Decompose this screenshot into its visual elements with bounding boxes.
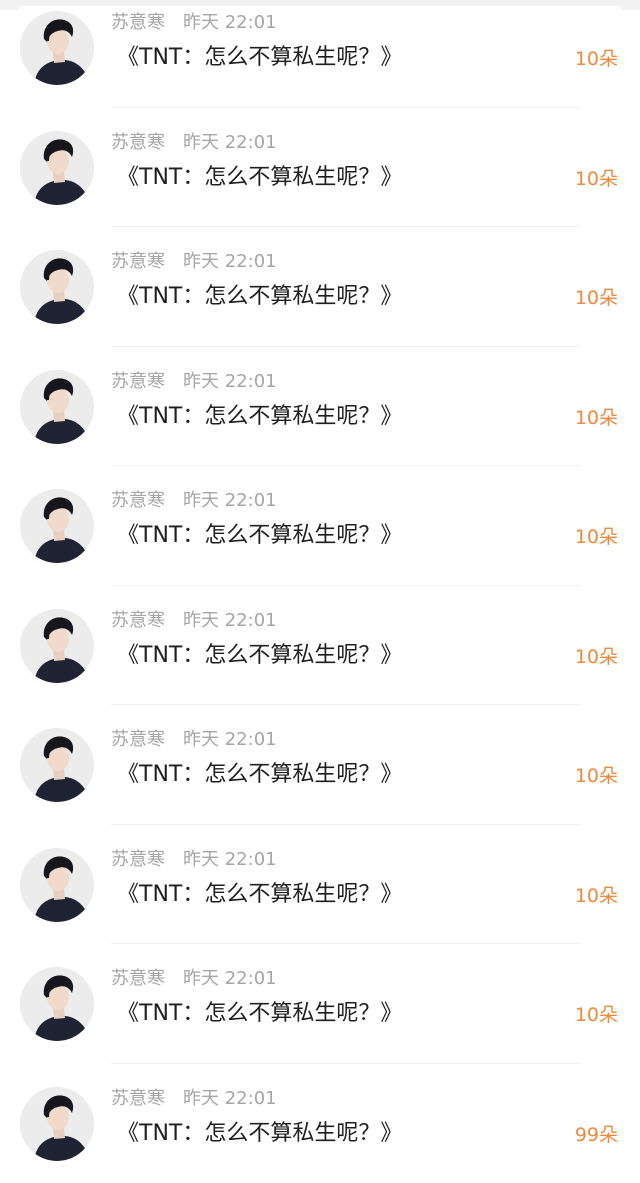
timestamp: 昨天 22:01 (183, 968, 277, 989)
sender-name[interactable]: 苏意寒 (111, 849, 165, 870)
item-meta: 苏意寒昨天 22:01 (111, 490, 277, 512)
list-item[interactable]: 苏意寒昨天 22:01 《TNT：怎么不算私生呢？》 10朵 (0, 586, 640, 706)
avatar[interactable] (20, 489, 94, 563)
list-item[interactable]: 苏意寒昨天 22:01 《TNT：怎么不算私生呢？》 10朵 (0, 227, 640, 347)
timestamp: 昨天 22:01 (183, 1088, 277, 1109)
list-item[interactable]: 苏意寒昨天 22:01 《TNT：怎么不算私生呢？》 10朵 (0, 0, 640, 108)
avatar-image (20, 250, 94, 324)
flower-count: 10朵 (575, 646, 618, 668)
avatar-image (20, 11, 94, 85)
avatar[interactable] (20, 11, 94, 85)
work-title[interactable]: 《TNT：怎么不算私生呢？》 (117, 165, 402, 191)
avatar-image (20, 131, 94, 205)
item-meta: 苏意寒昨天 22:01 (111, 251, 277, 273)
sender-name[interactable]: 苏意寒 (111, 12, 165, 33)
flower-count: 10朵 (575, 407, 618, 429)
flower-count: 99朵 (575, 1124, 618, 1146)
flower-count: 10朵 (575, 765, 618, 787)
avatar[interactable] (20, 131, 94, 205)
sender-name[interactable]: 苏意寒 (111, 132, 165, 153)
list-item[interactable]: 苏意寒昨天 22:01 《TNT：怎么不算私生呢？》 10朵 (0, 825, 640, 945)
work-title[interactable]: 《TNT：怎么不算私生呢？》 (117, 1001, 402, 1027)
sender-name[interactable]: 苏意寒 (111, 371, 165, 392)
sender-name[interactable]: 苏意寒 (111, 610, 165, 631)
avatar-image (20, 967, 94, 1041)
avatar[interactable] (20, 250, 94, 324)
work-title[interactable]: 《TNT：怎么不算私生呢？》 (117, 882, 402, 908)
avatar[interactable] (20, 967, 94, 1041)
work-title[interactable]: 《TNT：怎么不算私生呢？》 (117, 404, 402, 430)
timestamp: 昨天 22:01 (183, 12, 277, 33)
sender-name[interactable]: 苏意寒 (111, 968, 165, 989)
timestamp: 昨天 22:01 (183, 729, 277, 750)
avatar[interactable] (20, 609, 94, 683)
avatar[interactable] (20, 370, 94, 444)
timestamp: 昨天 22:01 (183, 849, 277, 870)
timestamp: 昨天 22:01 (183, 610, 277, 631)
avatar-image (20, 728, 94, 802)
item-meta: 苏意寒昨天 22:01 (111, 849, 277, 871)
item-meta: 苏意寒昨天 22:01 (111, 12, 277, 34)
list-item[interactable]: 苏意寒昨天 22:01 《TNT：怎么不算私生呢？》 10朵 (0, 108, 640, 228)
work-title[interactable]: 《TNT：怎么不算私生呢？》 (117, 1121, 402, 1147)
sender-name[interactable]: 苏意寒 (111, 251, 165, 272)
work-title[interactable]: 《TNT：怎么不算私生呢？》 (117, 523, 402, 549)
avatar-image (20, 609, 94, 683)
sender-name[interactable]: 苏意寒 (111, 729, 165, 750)
flower-count: 10朵 (575, 287, 618, 309)
timestamp: 昨天 22:01 (183, 251, 277, 272)
avatar-image (20, 848, 94, 922)
work-title[interactable]: 《TNT：怎么不算私生呢？》 (117, 643, 402, 669)
avatar[interactable] (20, 728, 94, 802)
timestamp: 昨天 22:01 (183, 371, 277, 392)
item-meta: 苏意寒昨天 22:01 (111, 132, 277, 154)
item-meta: 苏意寒昨天 22:01 (111, 610, 277, 632)
sender-name[interactable]: 苏意寒 (111, 490, 165, 511)
work-title[interactable]: 《TNT：怎么不算私生呢？》 (117, 762, 402, 788)
flower-count: 10朵 (575, 526, 618, 548)
work-title[interactable]: 《TNT：怎么不算私生呢？》 (117, 45, 402, 71)
list-item[interactable]: 苏意寒昨天 22:01 《TNT：怎么不算私生呢？》 10朵 (0, 466, 640, 586)
list-item[interactable]: 苏意寒昨天 22:01 《TNT：怎么不算私生呢？》 10朵 (0, 705, 640, 825)
gift-record-list: 苏意寒昨天 22:01 《TNT：怎么不算私生呢？》 10朵 苏意寒昨天 22:… (0, 0, 640, 1183)
list-item[interactable]: 苏意寒昨天 22:01 《TNT：怎么不算私生呢？》 99朵 (0, 1064, 640, 1183)
flower-count: 10朵 (575, 168, 618, 190)
item-meta: 苏意寒昨天 22:01 (111, 729, 277, 751)
work-title[interactable]: 《TNT：怎么不算私生呢？》 (117, 284, 402, 310)
flower-count: 10朵 (575, 48, 618, 70)
avatar[interactable] (20, 1087, 94, 1161)
avatar-image (20, 489, 94, 563)
avatar-image (20, 1087, 94, 1161)
list-item[interactable]: 苏意寒昨天 22:01 《TNT：怎么不算私生呢？》 10朵 (0, 347, 640, 467)
flower-count: 10朵 (575, 1004, 618, 1026)
item-meta: 苏意寒昨天 22:01 (111, 968, 277, 990)
timestamp: 昨天 22:01 (183, 490, 277, 511)
timestamp: 昨天 22:01 (183, 132, 277, 153)
sender-name[interactable]: 苏意寒 (111, 1088, 165, 1109)
avatar[interactable] (20, 848, 94, 922)
avatar-image (20, 370, 94, 444)
flower-count: 10朵 (575, 885, 618, 907)
item-meta: 苏意寒昨天 22:01 (111, 371, 277, 393)
item-meta: 苏意寒昨天 22:01 (111, 1088, 277, 1110)
list-item[interactable]: 苏意寒昨天 22:01 《TNT：怎么不算私生呢？》 10朵 (0, 944, 640, 1064)
